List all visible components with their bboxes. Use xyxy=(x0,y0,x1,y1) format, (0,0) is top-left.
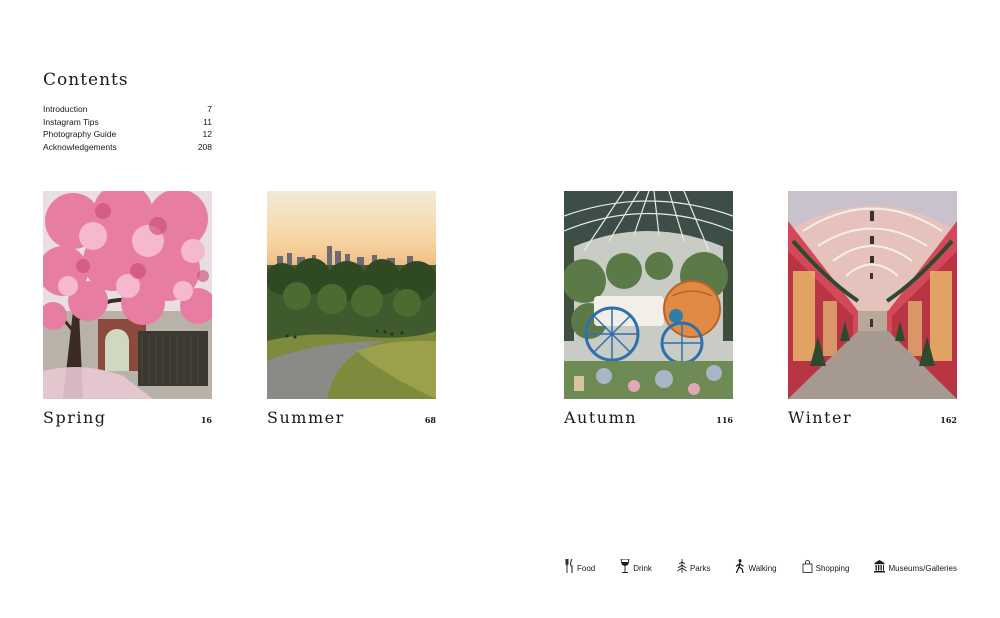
toc-entry-label: Instagram Tips xyxy=(43,116,99,127)
season-name: Winter xyxy=(788,408,853,427)
legend-label: Drink xyxy=(633,564,652,573)
season-summer[interactable]: Summer 68 xyxy=(267,191,436,427)
summer-photo xyxy=(267,191,436,399)
fork-knife-icon xyxy=(565,559,573,573)
legend-drink: Drink xyxy=(620,559,652,573)
tree-icon xyxy=(677,559,687,573)
legend-label: Food xyxy=(577,564,596,573)
toc-entry[interactable]: Introduction 7 xyxy=(43,103,212,116)
museum-icon xyxy=(874,560,886,573)
legend-food: Food xyxy=(565,559,595,573)
legend-label: Parks xyxy=(689,564,711,573)
icon-legend: Food Drink Parks Walking Shopping Museum… xyxy=(565,559,957,573)
season-name: Summer xyxy=(267,408,345,427)
spring-photo xyxy=(43,191,212,399)
toc-entry[interactable]: Instagram Tips 11 xyxy=(43,116,212,129)
shopping-bag-icon xyxy=(802,559,813,573)
legend-label: Museums/Galleries xyxy=(888,564,957,573)
toc-entry-label: Acknowledgements xyxy=(43,141,117,152)
autumn-photo xyxy=(564,191,733,399)
legend-label: Walking xyxy=(748,564,777,573)
season-page-number: 16 xyxy=(200,415,212,425)
toc-entry-page: 11 xyxy=(203,116,212,127)
season-autumn[interactable]: Autumn 116 xyxy=(564,191,733,427)
legend-walking: Walking xyxy=(735,559,777,573)
toc-entry-page: 208 xyxy=(197,141,212,152)
legend-parks: Parks xyxy=(677,559,710,573)
table-of-contents: Introduction 7 Instagram Tips 11 Photogr… xyxy=(43,103,212,153)
walking-person-icon xyxy=(736,559,745,573)
toc-entry-page: 12 xyxy=(202,129,212,139)
toc-entry[interactable]: Photography Guide 12 xyxy=(43,128,212,141)
legend-museums: Museums/Galleries xyxy=(874,559,957,573)
legend-label: Shopping xyxy=(815,564,850,573)
season-name: Autumn xyxy=(564,408,638,427)
toc-entry-page: 7 xyxy=(207,104,212,114)
legend-shopping: Shopping xyxy=(802,559,850,573)
toc-entry-label: Photography Guide xyxy=(43,129,117,139)
season-winter[interactable]: Winter 162 xyxy=(788,191,957,427)
toc-entry-label: Introduction xyxy=(43,104,88,114)
season-spring[interactable]: Spring 16 xyxy=(43,191,212,427)
season-page-number: 162 xyxy=(940,415,957,425)
winter-photo xyxy=(788,191,957,399)
contents-title: Contents xyxy=(43,70,129,90)
season-name: Spring xyxy=(43,408,107,427)
season-page-number: 68 xyxy=(424,415,436,425)
wine-glass-icon xyxy=(620,559,630,573)
toc-entry[interactable]: Acknowledgements 208 xyxy=(43,141,212,154)
season-page-number: 116 xyxy=(716,415,733,425)
